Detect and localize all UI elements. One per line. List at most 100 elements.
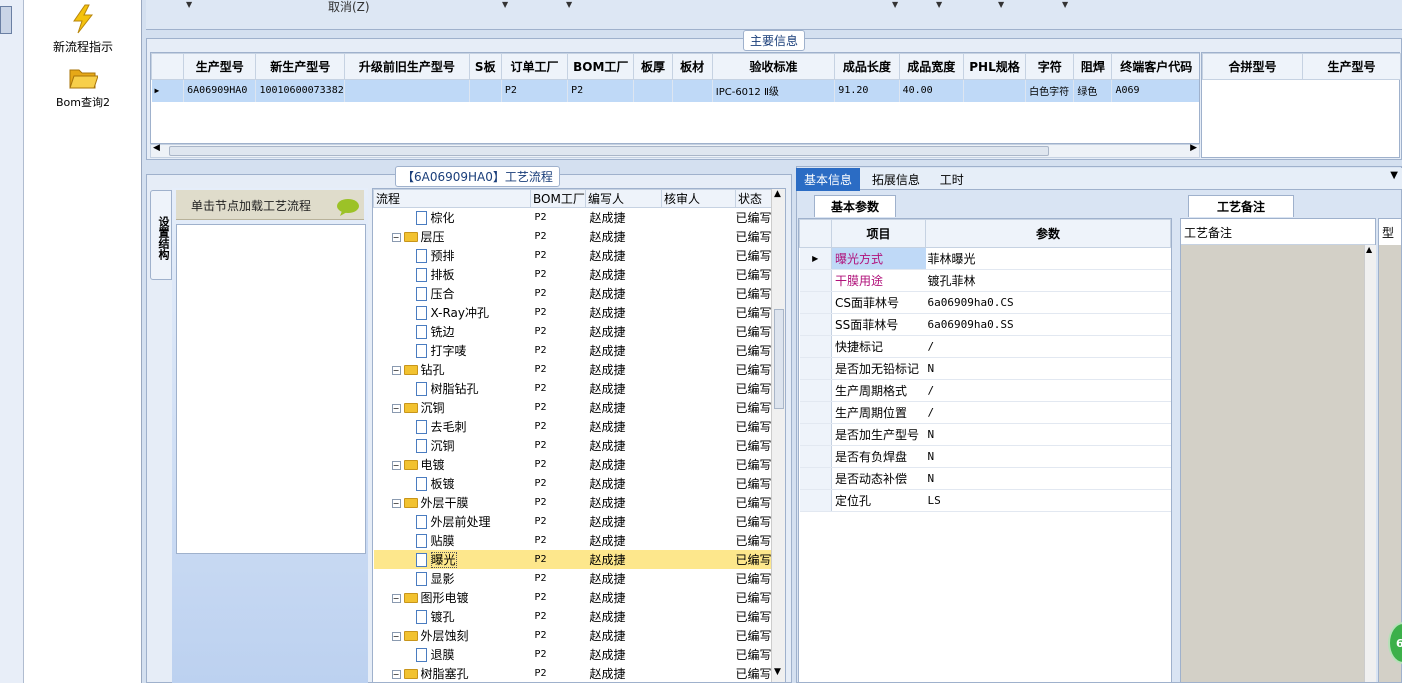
- tree-row[interactable]: − 树脂塞孔 P2 赵成捷 已编写: [374, 664, 774, 683]
- param-row[interactable]: 干膜用途 镀孔菲林: [799, 269, 1171, 292]
- tree-row[interactable]: 沉铜 P2 赵成捷 已编写: [374, 436, 774, 455]
- scroll-down-icon[interactable]: ▼: [774, 667, 781, 677]
- node-list[interactable]: [176, 224, 366, 554]
- param-value[interactable]: /: [925, 379, 1171, 402]
- scroll-thumb[interactable]: [169, 146, 1049, 156]
- table-cell[interactable]: 40.00: [899, 79, 964, 102]
- param-col-header[interactable]: 参数: [925, 219, 1171, 248]
- tab-structure[interactable]: 设置结构: [150, 190, 172, 280]
- horizontal-scrollbar[interactable]: ◀ ▶: [150, 143, 1200, 158]
- tree-row[interactable]: − 图形电镀 P2 赵成捷 已编写: [374, 588, 774, 607]
- table-cell[interactable]: 绿色: [1073, 79, 1113, 102]
- tree-row[interactable]: 曝光 P2 赵成捷 已编写: [373, 549, 774, 569]
- tree-row[interactable]: − 层压 P2 赵成捷 已编写: [374, 227, 774, 246]
- tree-row[interactable]: 贴膜 P2 赵成捷 已编写: [374, 531, 774, 550]
- collapse-icon[interactable]: −: [391, 232, 401, 242]
- scroll-left-icon[interactable]: ◀: [153, 143, 160, 153]
- column-header[interactable]: 阻焊: [1073, 53, 1113, 80]
- scroll-thumb[interactable]: [774, 309, 784, 409]
- param-value[interactable]: LS: [925, 489, 1171, 512]
- app-icon[interactable]: [0, 6, 12, 34]
- dropdown-caret-icon[interactable]: ▼: [998, 0, 1004, 9]
- param-value[interactable]: 镀孔菲林: [925, 269, 1171, 292]
- collapse-icon[interactable]: −: [391, 403, 401, 413]
- param-value[interactable]: N: [925, 423, 1171, 446]
- tree-row[interactable]: 棕化 P2 赵成捷 已编写: [374, 208, 774, 227]
- column-header[interactable]: 升级前旧生产型号: [344, 53, 470, 80]
- column-header[interactable]: 板材: [671, 53, 713, 80]
- scroll-right-icon[interactable]: ▶: [1190, 143, 1197, 153]
- tree-row[interactable]: 压合 P2 赵成捷 已编写: [374, 284, 774, 303]
- tree-column-header[interactable]: BOM工厂: [530, 189, 586, 208]
- tree-row[interactable]: − 电镀 P2 赵成捷 已编写: [374, 455, 774, 474]
- column-header[interactable]: 成品长度: [834, 53, 900, 80]
- column-header[interactable]: 新生产型号: [255, 53, 346, 80]
- param-row[interactable]: CS面菲林号 6a06909ha0.CS: [799, 291, 1171, 314]
- tree-row[interactable]: 外层前处理 P2 赵成捷 已编写: [374, 512, 774, 531]
- tile-new-flow[interactable]: 新流程指示: [24, 4, 142, 55]
- tab-basic-info[interactable]: 基本信息: [796, 168, 861, 191]
- column-header[interactable]: S板: [468, 53, 502, 80]
- column-header[interactable]: 板厚: [633, 53, 673, 80]
- dropdown-caret-icon[interactable]: ▼: [566, 0, 572, 9]
- tree-row[interactable]: 预排 P2 赵成捷 已编写: [374, 246, 774, 265]
- tree-column-header[interactable]: 流程: [373, 189, 531, 208]
- table-cell[interactable]: [672, 79, 713, 102]
- table-row[interactable]: ▶ 6A06909HA0 10010600073382 P2 P2 IPC-6012 Ⅱ级…: [151, 79, 1199, 102]
- param-row[interactable]: 生产周期位置 /: [799, 401, 1171, 424]
- tree-row[interactable]: 退膜 P2 赵成捷 已编写: [374, 645, 774, 664]
- vertical-scrollbar[interactable]: ▲ ▼: [771, 189, 785, 682]
- tree-row[interactable]: − 外层蚀刻 P2 赵成捷 已编写: [374, 626, 774, 645]
- column-header[interactable]: BOM工厂: [567, 53, 635, 80]
- param-row[interactable]: 是否动态补偿 N: [799, 467, 1171, 490]
- dropdown-caret-icon[interactable]: ▼: [1062, 0, 1068, 9]
- scroll-up-icon[interactable]: ▲: [774, 189, 781, 199]
- param-row[interactable]: 是否有负焊盘 N: [799, 445, 1171, 468]
- tab-extended-info[interactable]: 拓展信息: [864, 168, 928, 191]
- tree-column-header[interactable]: 状态: [735, 189, 774, 208]
- scroll-up-icon[interactable]: ▲: [1366, 245, 1372, 254]
- param-row[interactable]: 生产周期格式 /: [799, 379, 1171, 402]
- column-header[interactable]: 订单工厂: [500, 53, 569, 80]
- param-row[interactable]: ▶ 曝光方式 菲林曝光: [799, 247, 1171, 270]
- tree-row[interactable]: 去毛刺 P2 赵成捷 已编写: [374, 417, 774, 436]
- collapse-icon[interactable]: −: [391, 669, 401, 679]
- table-cell[interactable]: [469, 79, 502, 102]
- column-header[interactable]: 字符: [1025, 53, 1075, 80]
- dropdown-caret-icon[interactable]: ▼: [936, 0, 942, 9]
- table-cell[interactable]: P2: [567, 79, 635, 102]
- param-value[interactable]: /: [925, 335, 1171, 358]
- dropdown-caret-icon[interactable]: ▼: [186, 0, 192, 9]
- param-row[interactable]: 是否加无铅标记 N: [799, 357, 1171, 380]
- collapse-icon[interactable]: −: [391, 631, 401, 641]
- table-cell[interactable]: [344, 79, 470, 102]
- tree-row[interactable]: 树脂钻孔 P2 赵成捷 已编写: [374, 379, 774, 398]
- tree-row[interactable]: − 外层干膜 P2 赵成捷 已编写: [374, 493, 774, 512]
- vertical-scrollbar[interactable]: ▲: [1364, 245, 1376, 682]
- table-cell[interactable]: A069: [1111, 79, 1199, 102]
- collapse-icon[interactable]: −: [391, 593, 401, 603]
- collapse-icon[interactable]: −: [391, 365, 401, 375]
- dropdown-caret-icon[interactable]: ▼: [1390, 170, 1398, 181]
- tab-work-hours[interactable]: 工时: [932, 168, 972, 191]
- tree-row[interactable]: − 钻孔 P2 赵成捷 已编写: [374, 360, 774, 379]
- param-row[interactable]: 定位孔 LS: [799, 489, 1171, 512]
- tree-row[interactable]: 镀孔 P2 赵成捷 已编写: [374, 607, 774, 626]
- param-col-header[interactable]: 项目: [831, 219, 926, 248]
- tree-row[interactable]: X-Ray冲孔 P2 赵成捷 已编写: [374, 303, 774, 322]
- tile-bom-query[interactable]: Bom查询2: [24, 62, 142, 110]
- table-cell[interactable]: 6A06909HA0: [183, 79, 257, 102]
- collapse-icon[interactable]: −: [391, 460, 401, 470]
- table-cell[interactable]: 91.20: [834, 79, 900, 102]
- param-row[interactable]: 是否加生产型号 N: [799, 423, 1171, 446]
- table-cell[interactable]: IPC-6012 Ⅱ级: [712, 79, 836, 102]
- param-value[interactable]: 6a06909ha0.CS: [925, 291, 1171, 314]
- tree-row[interactable]: 板镀 P2 赵成捷 已编写: [374, 474, 774, 493]
- column-header[interactable]: PHL规格: [962, 53, 1027, 80]
- table-cell[interactable]: P2: [501, 79, 569, 102]
- param-row[interactable]: SS面菲林号 6a06909ha0.SS: [799, 313, 1171, 336]
- tree-row[interactable]: 显影 P2 赵成捷 已编写: [374, 569, 774, 588]
- tab-basic-params[interactable]: 基本参数: [814, 195, 897, 217]
- cancel-button[interactable]: 取消(Z): [328, 0, 370, 15]
- param-value[interactable]: /: [925, 401, 1171, 424]
